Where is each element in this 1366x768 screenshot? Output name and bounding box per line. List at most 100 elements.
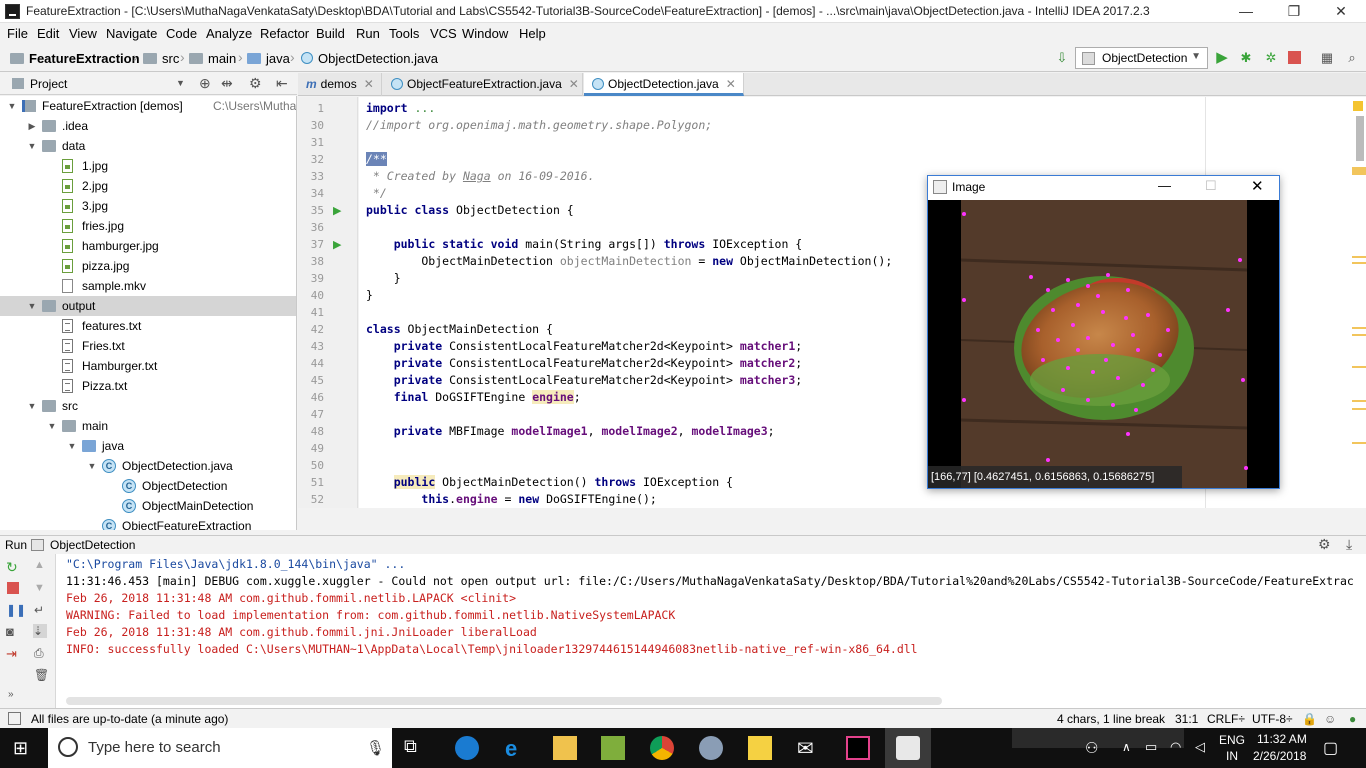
stop-icon[interactable] <box>7 582 19 594</box>
stop-icon[interactable] <box>1288 51 1301 64</box>
tree-item[interactable]: C ObjectFeatureExtraction <box>0 516 296 530</box>
tree-item[interactable]: 3.jpg <box>0 196 296 216</box>
expand-arrow-icon[interactable]: ▼ <box>86 456 98 476</box>
minimize-button[interactable]: — <box>1158 178 1171 193</box>
run-console[interactable]: "C:\Program Files\Java\jdk1.8.0_144\bin\… <box>56 554 1366 708</box>
tree-item[interactable]: features.txt <box>0 316 296 336</box>
wifi-icon[interactable]: ◠ <box>1170 739 1181 755</box>
minimize-button[interactable]: — <box>1223 0 1269 23</box>
chevron-up-icon[interactable]: ∧ <box>1122 740 1131 754</box>
tree-item[interactable]: ▼ FeatureExtraction [demos] C:\Users\Mutha… <box>0 96 296 116</box>
close-button[interactable]: ✕ <box>1251 177 1264 195</box>
tree-item[interactable]: 1.jpg <box>0 156 296 176</box>
close-tab-icon[interactable]: ✕ <box>726 77 736 91</box>
warning-marker[interactable] <box>1352 334 1366 336</box>
inspector-icon[interactable]: ☺ <box>1324 712 1336 726</box>
console-horizontal-scrollbar[interactable] <box>66 697 942 705</box>
editor-scrollbar[interactable] <box>1356 116 1364 161</box>
warning-marker[interactable] <box>1352 262 1366 264</box>
battery-icon[interactable]: ▭ <box>1145 739 1157 755</box>
intellij-icon[interactable] <box>846 736 870 760</box>
tree-item[interactable]: 2.jpg <box>0 176 296 196</box>
warning-marker[interactable] <box>1352 400 1366 402</box>
tree-item[interactable]: ▼ java <box>0 436 296 456</box>
menu-window[interactable]: Window <box>462 26 508 41</box>
tree-item[interactable]: ▼ C ObjectDetection.java <box>0 456 296 476</box>
build-project-icon[interactable]: ⇩ <box>1053 49 1071 67</box>
menu-analyze[interactable]: Analyze <box>206 26 252 41</box>
clock-date[interactable]: 2/26/2018 <box>1253 749 1306 763</box>
menu-vcs[interactable]: VCS <box>430 26 457 41</box>
warning-marker[interactable] <box>1352 366 1366 368</box>
expand-arrow-icon[interactable]: ▼ <box>6 96 18 116</box>
volume-icon[interactable]: ◁ <box>1195 739 1205 755</box>
java-app-active[interactable] <box>885 728 931 768</box>
people-icon[interactable]: ⚇ <box>1085 739 1098 757</box>
coverage-icon[interactable]: ✲ <box>1262 49 1280 67</box>
chrome-icon[interactable] <box>650 736 674 760</box>
caret-position[interactable]: 31:1 <box>1175 712 1198 726</box>
close-button[interactable]: ✕ <box>1318 0 1364 23</box>
taskbar-search[interactable]: Type here to search 🎙 <box>48 728 392 768</box>
search-icon[interactable]: ⌕ <box>1343 49 1361 67</box>
menu-help[interactable]: Help <box>519 26 546 41</box>
menu-build[interactable]: Build <box>316 26 345 41</box>
collapse-all-icon[interactable]: ⇹ <box>221 75 233 92</box>
breadcrumb-main[interactable]: main <box>189 51 236 66</box>
up-arrow-icon[interactable]: ▲ <box>34 559 48 573</box>
menu-view[interactable]: View <box>69 26 97 41</box>
file-explorer-icon[interactable] <box>553 736 577 760</box>
expand-arrow-icon[interactable]: ▼ <box>26 136 38 156</box>
run-tab-objectdetection[interactable]: ObjectDetection <box>50 538 135 552</box>
tree-item[interactable]: C ObjectMainDetection <box>0 496 296 516</box>
warning-marker[interactable] <box>1352 327 1366 329</box>
tree-item[interactable]: sample.mkv <box>0 276 296 296</box>
run-gutter-icon[interactable]: ▶ <box>333 204 341 217</box>
debug-icon[interactable]: ✱ <box>1237 49 1255 67</box>
run-configuration-select[interactable]: ObjectDetection ▼ <box>1075 47 1208 69</box>
language-indicator-top[interactable]: ENG <box>1219 733 1245 747</box>
tree-item[interactable]: ▼ data <box>0 136 296 156</box>
project-structure-icon[interactable]: ▦ <box>1318 49 1336 67</box>
language-indicator-bottom[interactable]: IN <box>1226 749 1238 763</box>
menu-file[interactable]: File <box>7 26 28 41</box>
down-arrow-icon[interactable]: ▼ <box>34 582 48 596</box>
expand-arrow-icon[interactable]: ▼ <box>46 416 58 436</box>
mail-icon[interactable]: ✉ <box>797 736 821 760</box>
line-separator[interactable]: CRLF÷ <box>1207 712 1245 726</box>
rerun-icon[interactable]: ↻ <box>6 559 20 575</box>
tree-item[interactable]: Fries.txt <box>0 336 296 356</box>
run-icon[interactable]: ▶ <box>1213 49 1231 67</box>
tree-item[interactable]: Hamburger.txt <box>0 356 296 376</box>
tree-item[interactable]: C ObjectDetection <box>0 476 296 496</box>
print-icon[interactable]: ⎙ <box>34 646 48 660</box>
clock-time[interactable]: 11:32 AM <box>1257 732 1307 746</box>
menu-refactor[interactable]: Refactor <box>260 26 309 41</box>
scroll-from-source-icon[interactable]: ⊕ <box>199 75 211 92</box>
task-view-icon[interactable]: ⧉ <box>404 736 428 760</box>
menu-run[interactable]: Run <box>356 26 380 41</box>
tree-item[interactable]: pizza.jpg <box>0 256 296 276</box>
action-center-icon[interactable]: ▢ <box>1323 738 1338 758</box>
tab-objectfeatureextraction[interactable]: ObjectFeatureExtraction.java ✕ <box>383 73 583 96</box>
maximize-button[interactable]: ☐ <box>1205 178 1217 194</box>
event-log-icon[interactable]: ● <box>1349 712 1356 726</box>
microphone-icon[interactable]: 🎙 <box>366 739 385 757</box>
tree-item[interactable]: ▶ .idea <box>0 116 296 136</box>
expand-arrow-icon[interactable]: ▼ <box>26 296 38 316</box>
warning-marker[interactable] <box>1352 256 1366 258</box>
settings-gear-icon[interactable]: ⚙ <box>249 75 262 92</box>
menu-code[interactable]: Code <box>166 26 197 41</box>
settings-gear-icon[interactable]: ⚙ <box>1318 536 1331 553</box>
file-encoding[interactable]: UTF-8÷ <box>1252 712 1293 726</box>
windows-start-icon[interactable]: ⊞ <box>13 738 37 762</box>
tree-item[interactable]: ▼ main <box>0 416 296 436</box>
toggle-tool-windows-icon[interactable] <box>8 712 21 725</box>
project-view-selector[interactable]: Project <box>30 77 67 91</box>
more-icon[interactable]: » <box>8 689 22 703</box>
menu-edit[interactable]: Edit <box>37 26 59 41</box>
soft-wrap-icon[interactable]: ↵ <box>34 603 48 617</box>
run-gutter-icon[interactable]: ▶ <box>333 238 341 251</box>
tree-item[interactable]: fries.jpg <box>0 216 296 236</box>
breadcrumb-src[interactable]: src <box>143 51 179 66</box>
